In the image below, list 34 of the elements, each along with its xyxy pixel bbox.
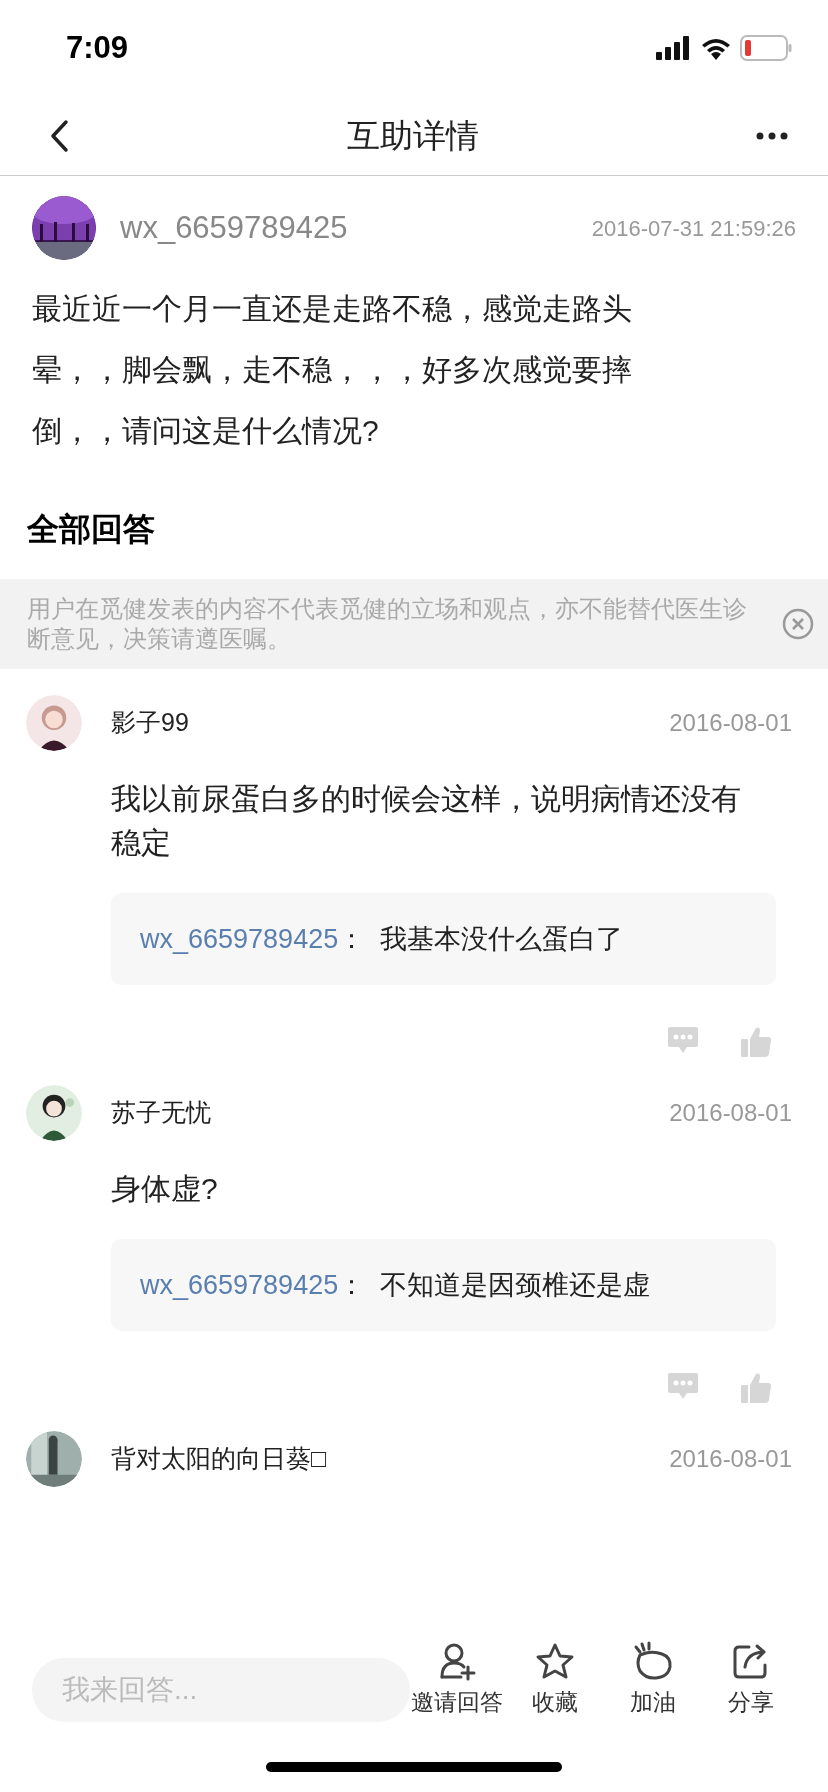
page-title: 互助详情: [347, 115, 479, 156]
answerer-name[interactable]: 苏子无忧: [111, 1094, 211, 1132]
post-time: 2016-07-31 21:59:26: [591, 214, 796, 243]
thumbs-up-icon[interactable]: [740, 1025, 772, 1059]
signal-icon: [656, 36, 692, 60]
question-text: 最近近一个月一直还是走路不稳，感觉走路头晕，，脚会飘，走不稳，，，好多次感觉要摔倒，，请问这是什么情况?: [32, 291, 633, 449]
close-icon[interactable]: [782, 608, 814, 640]
author-name[interactable]: wx_6659789425: [120, 204, 348, 252]
action-button[interactable]: 邀请回答: [410, 1641, 504, 1720]
disclaimer-text: 用户在觅健发表的内容不代表觅健的立场和观点，亦不能替代医生诊断意见，决策请遵医嘱。: [27, 594, 747, 654]
back-icon[interactable]: [48, 118, 70, 153]
battery-icon: [740, 35, 792, 61]
action-button[interactable]: 分享: [704, 1641, 798, 1720]
more-icon[interactable]: [756, 131, 788, 140]
fist-icon: [632, 1641, 674, 1681]
answer-date: 2016-08-01: [669, 1444, 792, 1474]
thumbs-up-icon[interactable]: [740, 1371, 772, 1405]
answerer-name[interactable]: 影子99: [111, 704, 189, 742]
wifi-icon: [700, 36, 732, 60]
action-button[interactable]: 加油: [606, 1641, 700, 1720]
action-button[interactable]: 收藏: [508, 1641, 602, 1720]
section-heading: 全部回答: [26, 510, 156, 549]
star-icon: [535, 1641, 575, 1681]
answer-date: 2016-08-01: [669, 708, 792, 738]
answer-input[interactable]: 我来回答...: [32, 1658, 410, 1722]
answer-date: 2016-08-01: [669, 1098, 792, 1128]
reply-text: ： 不知道是因颈椎还是虚: [338, 1268, 651, 1302]
reply-author[interactable]: wx_6659789425: [140, 918, 339, 960]
reply-author[interactable]: wx_6659789425: [140, 1264, 339, 1306]
answer-text: 我以前尿蛋白多的时候会这样，说明病情还没有稳定: [110, 781, 742, 861]
status-time: 7:09: [66, 28, 129, 67]
answerer-name[interactable]: 背对太阳的向日葵□: [111, 1440, 327, 1478]
reply-text: ： 我基本没什么蛋白了: [338, 922, 624, 956]
answer-text: 身体虚?: [110, 1171, 219, 1207]
